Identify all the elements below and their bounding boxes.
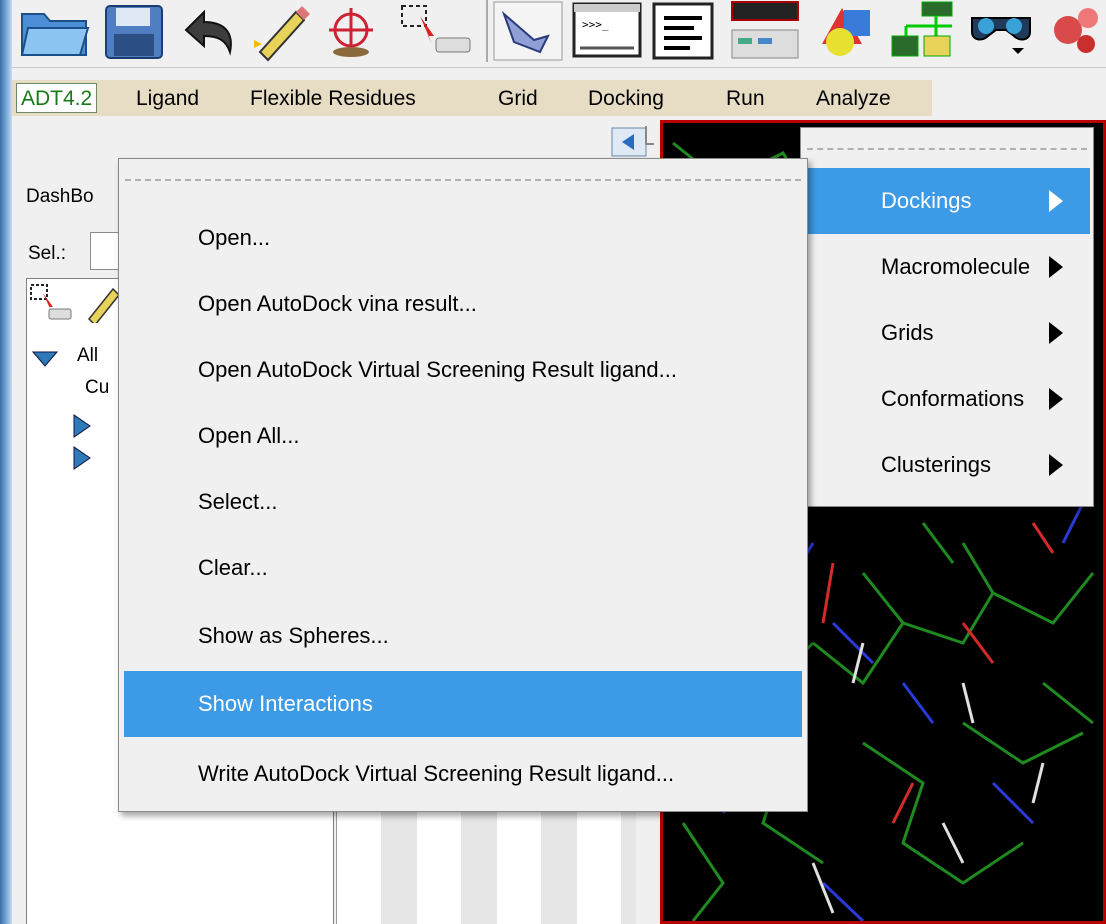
dockings-item-show-interactions[interactable]: Show Interactions (124, 671, 802, 737)
molecule-icon[interactable] (1042, 0, 1106, 62)
dockings-item-label: Open All... (198, 423, 300, 448)
menu-flexible-residues[interactable]: Flexible Residues (250, 80, 416, 116)
collapsed-triangle-icon[interactable] (71, 445, 93, 471)
dockings-item-label: Open AutoDock Virtual Screening Result l… (198, 357, 677, 382)
dockings-item-clear[interactable]: Clear... (124, 535, 802, 601)
dockings-item-show-spheres[interactable]: Show as Spheres... (124, 603, 802, 669)
undo-icon[interactable] (172, 0, 242, 62)
toolbar-separator (486, 0, 488, 62)
analyze-item-clusterings[interactable]: Clusterings (801, 432, 1090, 498)
menu-run[interactable]: Run (726, 80, 765, 116)
python-shell-icon[interactable]: >>>_ (570, 0, 644, 62)
tree-child-label[interactable]: Cu (85, 377, 109, 399)
save-disk-icon[interactable] (98, 0, 170, 62)
analyze-item-dockings[interactable]: Dockings (801, 168, 1090, 234)
dockings-submenu: Open... Open AutoDock vina result... Ope… (118, 158, 808, 812)
analyze-item-macromolecule[interactable]: Macromolecule (801, 234, 1090, 300)
open-folder-icon[interactable] (14, 0, 96, 62)
menu-docking[interactable]: Docking (588, 80, 664, 116)
dockings-item-open[interactable]: Open... (124, 205, 802, 271)
toolbar: >>>_ (0, 0, 1106, 68)
3d-shapes-icon[interactable] (810, 0, 880, 62)
dockings-item-label: Write AutoDock Virtual Screening Result … (198, 761, 675, 786)
dockings-item-write-vs-result[interactable]: Write AutoDock Virtual Screening Result … (124, 741, 802, 807)
dashboard-title: DashBo (26, 186, 94, 207)
menu-adt[interactable]: ADT4.2 (16, 83, 98, 113)
stereo-glasses-icon[interactable] (966, 0, 1036, 62)
tree-root-label[interactable]: All (77, 345, 98, 367)
analyze-item-label: Conformations (881, 386, 1025, 411)
selection-label: Sel.: (28, 243, 67, 264)
submenu-arrow-icon (1049, 322, 1063, 344)
dockings-item-open-vina[interactable]: Open AutoDock vina result... (124, 271, 802, 337)
menu-grid[interactable]: Grid (498, 80, 538, 116)
dockings-item-label: Show Interactions (198, 691, 373, 716)
analyze-item-conformations[interactable]: Conformations (801, 366, 1090, 432)
dockings-item-label: Select... (198, 489, 278, 514)
analyze-item-label: Macromolecule (881, 254, 1031, 279)
dockings-item-label: Open AutoDock vina result... (198, 291, 477, 316)
svg-text:>>>_: >>>_ (582, 18, 609, 31)
expanded-triangle-icon[interactable] (31, 349, 61, 369)
menu-tearoff[interactable] (125, 179, 801, 181)
menubar: ADT4.2 Ligand Flexible Residues Grid Doc… (12, 80, 932, 116)
pencil-select-icon[interactable] (244, 0, 314, 62)
menu-ligand[interactable]: Ligand (136, 80, 199, 116)
crosshair-center-icon[interactable] (316, 0, 386, 62)
dockings-item-label: Open... (198, 225, 271, 250)
dockings-item-open-vs-result[interactable]: Open AutoDock Virtual Screening Result l… (124, 337, 802, 403)
dashboard-icon[interactable] (728, 0, 802, 62)
analyze-item-label: Dockings (881, 188, 972, 213)
collapsed-triangle-icon[interactable] (71, 413, 93, 439)
submenu-arrow-icon (1049, 388, 1063, 410)
analyze-item-grids[interactable]: Grids (801, 300, 1090, 366)
dockings-item-label: Show as Spheres... (198, 623, 389, 648)
submenu-arrow-icon (1049, 256, 1063, 278)
submenu-arrow-icon (1049, 190, 1063, 212)
dockings-item-select[interactable]: Select... (124, 469, 802, 535)
tree-graph-icon[interactable] (886, 0, 958, 62)
pointer-hand-icon[interactable] (492, 0, 564, 62)
analyze-menu: Dockings Macromolecule Grids Conformatio… (800, 127, 1094, 507)
dockings-item-label: Clear... (198, 555, 268, 580)
menu-tearoff[interactable] (807, 148, 1087, 150)
collapse-panel-icon[interactable] (608, 124, 656, 160)
dockings-item-open-all[interactable]: Open All... (124, 403, 802, 469)
analyze-item-label: Grids (881, 320, 934, 345)
menu-analyze[interactable]: Analyze (816, 80, 891, 116)
analyze-item-label: Clusterings (881, 452, 992, 477)
window-edge (0, 0, 12, 924)
text-lines-icon[interactable] (650, 0, 716, 62)
clear-selection-icon[interactable] (390, 0, 478, 62)
submenu-arrow-icon (1049, 454, 1063, 476)
pencil-select-small-icon[interactable] (83, 279, 123, 323)
